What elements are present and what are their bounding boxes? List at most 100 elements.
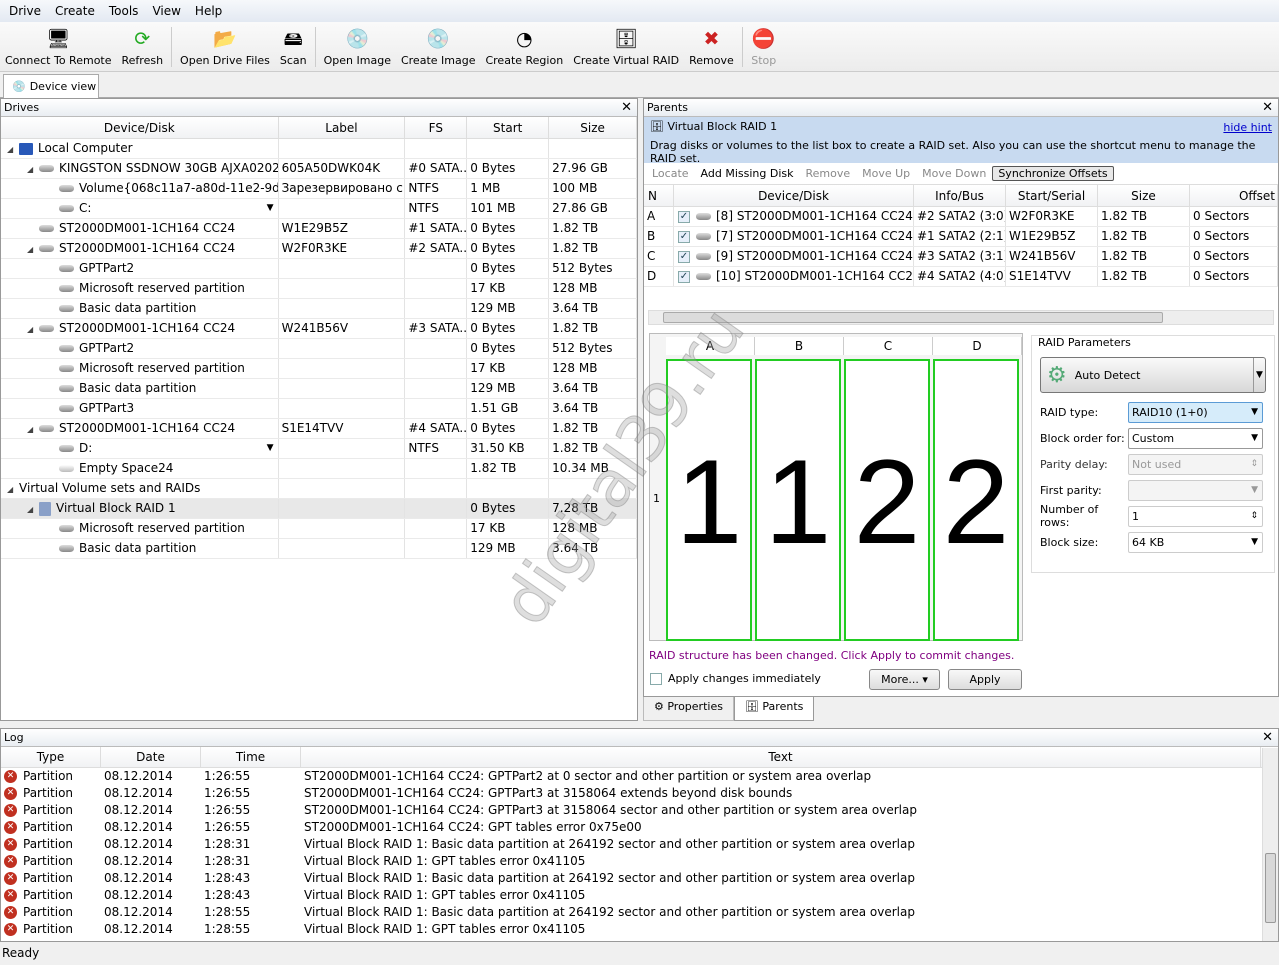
menu-tools[interactable]: Tools [102,4,146,18]
tree-row[interactable]: GPTPart2 0 Bytes 512 Bytes [1,259,637,279]
parent-disk-row[interactable]: D ✓ [10] ST2000DM001-1CH164 CC24 #4 SATA2 (… [644,267,1278,287]
apply-immediately-checkbox[interactable]: Apply changes immediately [650,672,821,685]
expand-arrow-icon[interactable]: ◢ [27,160,39,178]
move-up-button[interactable]: Move Up [856,167,916,180]
tree-row[interactable]: Basic data partition 129 MB 3.64 TB [1,539,637,559]
checkbox[interactable]: ✓ [678,210,690,223]
toolbar-create-region-button[interactable]: ◔ Create Region [480,27,568,71]
block-size-select[interactable]: 64 KB ▼ [1128,531,1263,553]
column-header-time[interactable]: Time [201,747,301,767]
apply-button[interactable]: Apply [948,669,1022,690]
column-header-size[interactable]: Size [549,117,637,138]
log-row[interactable]: ✕ Partition 08.12.2014 1:26:55 ST2000DM001-1… [1,819,1278,836]
locate-button[interactable]: Locate [646,167,695,180]
tree-row[interactable]: Basic data partition 129 MB 3.64 TB [1,379,637,399]
parent-disk-row[interactable]: C ✓ [9] ST2000DM001-1CH164 CC24 #3 SATA2 (3… [644,247,1278,267]
tab-properties[interactable]: ⚙ Properties [643,697,734,721]
toolbar-open-drive-files-button[interactable]: 📂 Open Drive Files [175,27,275,71]
log-row[interactable]: ✕ Partition 08.12.2014 1:26:55 ST2000DM001-1… [1,768,1278,785]
column-header-startserial[interactable]: Start/Serial [1006,185,1098,206]
checkbox[interactable]: ✓ [678,230,690,243]
toolbar-create-virtual-raid-button[interactable]: 🗄 Create Virtual RAID [568,27,684,71]
tree-row[interactable]: Empty Space24 1.82 TB 10.34 MB [1,459,637,479]
menu-help[interactable]: Help [188,4,229,18]
log-row[interactable]: ✕ Partition 08.12.2014 1:28:43 Virtual Block… [1,870,1278,887]
column-header-date[interactable]: Date [101,747,201,767]
first-parity-select[interactable]: ▼ [1128,479,1263,501]
column-header-text[interactable]: Text [301,747,1261,767]
expand-arrow-icon[interactable]: ◢ [7,480,19,498]
tree-row[interactable]: ◢ ST2000DM001-1CH164 CC24 S1E14TVV #4 SATA.… [1,419,638,439]
menu-drive[interactable]: Drive [2,4,48,18]
checkbox[interactable]: ✓ [678,250,690,263]
tab-device-view[interactable]: 💿 Device view [3,74,99,98]
parent-disk-row[interactable]: A ✓ [8] ST2000DM001-1CH164 CC24 #2 SATA2 (3… [644,207,1278,227]
toolbar-stop-button[interactable]: ⛔ Stop [746,27,782,71]
tree-row[interactable]: Microsoft reserved partition 17 KB 128 MB [1,359,637,379]
parent-disk-row[interactable]: B ✓ [7] ST2000DM001-1CH164 CC24 #1 SATA2 (2… [644,227,1278,247]
raid-block-cell[interactable]: 1 [755,359,841,641]
tree-row[interactable]: ◢ Virtual Volume sets and RAIDs [1,479,637,499]
add-missing-disk-button[interactable]: Add Missing Disk [695,167,800,180]
toolbar-open-image-button[interactable]: 💿 Open Image [319,27,396,71]
toolbar-refresh-button[interactable]: ⟳ Refresh [117,27,169,71]
menu-create[interactable]: Create [48,4,102,18]
chevron-down-icon[interactable]: ▼ [1253,358,1265,392]
raid-block-cell[interactable]: 2 [933,359,1019,641]
column-header-label[interactable]: Label [279,117,406,138]
tree-row[interactable]: Microsoft reserved partition 17 KB 128 MB [1,279,637,299]
tab-parents[interactable]: 🗄 Parents [733,697,815,721]
close-icon[interactable]: ✕ [621,99,632,117]
raid-type-select[interactable]: RAID10 (1+0) ▼ [1128,401,1263,423]
expand-arrow-icon[interactable]: ◢ [7,140,19,158]
menu-view[interactable]: View [145,4,187,18]
column-header-start[interactable]: Start [467,117,550,138]
toolbar-connect-to-remote-button[interactable]: 🖥 Connect To Remote [0,27,117,71]
column-header-n[interactable]: N [644,185,674,206]
column-header-type[interactable]: Type [1,747,101,767]
checkbox[interactable]: ✓ [678,270,690,283]
close-icon[interactable]: ✕ [1262,729,1273,747]
toolbar-remove-button[interactable]: ✖ Remove [684,27,739,71]
expand-arrow-icon[interactable]: ◢ [27,420,39,438]
remove-button[interactable]: Remove [799,167,856,180]
horizontal-scrollbar[interactable] [648,310,1274,325]
column-header-size[interactable]: Size [1098,185,1190,206]
expand-arrow-icon[interactable]: ◢ [27,500,39,518]
dropdown-arrow-icon[interactable]: ▼ [267,439,274,458]
auto-detect-button[interactable]: ⚙ Auto Detect ▼ [1040,357,1266,393]
log-row[interactable]: ✕ Partition 08.12.2014 1:28:55 Virtual Block… [1,904,1278,921]
more-button[interactable]: More... ▾ [869,669,940,690]
move-down-button[interactable]: Move Down [916,167,992,180]
tree-row[interactable]: GPTPart3 1.51 GB 3.64 TB [1,399,637,419]
tree-row[interactable]: Volume{068c11a7-a80d-11e2-9d95▼Зарезерви… [1,179,637,199]
tree-row[interactable]: ◢ ST2000DM001-1CH164 CC24 W2F0R3KE #2 SATA.… [1,239,638,259]
synchronize-offsets-button[interactable]: Synchronize Offsets [992,166,1114,181]
tree-row[interactable]: ◢ ST2000DM001-1CH164 CC24 W241B56V #3 SATA.… [1,319,638,339]
tree-row[interactable]: ◢ Virtual Block RAID 1 0 Bytes 7.28 TB [1,499,638,519]
tree-row[interactable]: Microsoft reserved partition 17 KB 128 MB [1,519,637,539]
close-icon[interactable]: ✕ [1262,99,1273,117]
tree-row[interactable]: C: ▼ NTFS 101 MB 27.86 GB [1,199,637,219]
toolbar-create-image-button[interactable]: 💿 Create Image [396,27,481,71]
log-row[interactable]: ✕ Partition 08.12.2014 1:26:55 ST2000DM001-1… [1,802,1278,819]
parity-delay-spinner[interactable]: Not used ⇕ [1128,453,1263,475]
log-row[interactable]: ✕ Partition 08.12.2014 1:28:55 Virtual Block… [1,921,1278,938]
column-header-fs[interactable]: FS [405,117,468,138]
raid-block-cell[interactable]: 2 [844,359,930,641]
block-order-select[interactable]: Custom ▼ [1128,427,1263,449]
log-row[interactable]: ✕ Partition 08.12.2014 1:26:55 ST2000DM001-1… [1,785,1278,802]
tree-row[interactable]: Basic data partition 129 MB 3.64 TB [1,299,637,319]
number-of-rows-spinner[interactable]: 1 ⇕ [1128,505,1263,527]
toolbar-scan-button[interactable]: 🖴 Scan [275,27,312,71]
dropdown-arrow-icon[interactable]: ▼ [267,199,274,218]
column-header-infobus[interactable]: Info/Bus [914,185,1006,206]
log-row[interactable]: ✕ Partition 08.12.2014 1:28:31 Virtual Block… [1,836,1278,853]
hide-hint-link[interactable]: hide hint [1223,121,1272,134]
log-row[interactable]: ✕ Partition 08.12.2014 1:28:31 Virtual Block… [1,853,1278,870]
expand-arrow-icon[interactable]: ◢ [27,240,39,258]
tree-row[interactable]: ST2000DM001-1CH164 CC24 W1E29B5Z #1 SATA..… [1,219,638,239]
column-header-devicedisk[interactable]: Device/Disk [674,185,914,206]
column-header-offset[interactable]: Offset [1190,185,1278,206]
vertical-scrollbar[interactable] [1262,748,1278,941]
